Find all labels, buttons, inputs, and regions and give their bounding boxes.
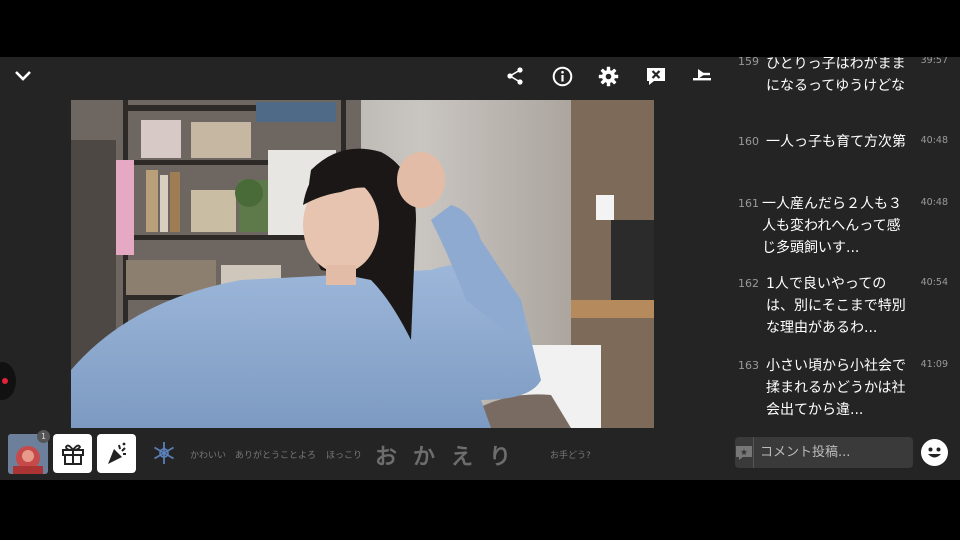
close-comments-icon[interactable]: [644, 65, 668, 87]
smiley-icon: [928, 447, 941, 458]
comment-number: 163: [738, 359, 759, 372]
emoji-button[interactable]: [921, 439, 948, 466]
comment-text: 小さい頃から小社会で揉まれるかどうかは社会出てから違...: [766, 358, 906, 418]
gear-icon[interactable]: [597, 65, 619, 87]
quick-phrase[interactable]: お手どう?: [550, 448, 591, 461]
gift-icon: [61, 444, 84, 465]
comment-item: 163 41:09 小さい頃から小社会で揉まれるかどうかは社会出てから違...: [720, 357, 960, 423]
avatar-badge: 1: [37, 430, 50, 443]
comment-time: 41:09: [920, 359, 948, 370]
comment-time: 40:48: [920, 135, 948, 146]
quick-phrase[interactable]: かわいい: [190, 448, 226, 461]
comment-list[interactable]: 159 39:57 ひとりっ子はわがままになるってゆうけどな 160 40:48…: [720, 57, 960, 427]
comment-time: 40:48: [920, 197, 948, 208]
comment-number: 159: [738, 57, 759, 68]
info-icon[interactable]: [551, 65, 573, 87]
comment-input-box[interactable]: [735, 437, 930, 468]
comment-number: 161: [738, 197, 759, 210]
comment-input[interactable]: [754, 437, 930, 468]
comment-item: 159 39:57 ひとりっ子はわがままになるってゆうけどな: [720, 57, 960, 115]
top-bar: [0, 57, 720, 97]
stream-video-frame: [71, 100, 654, 428]
player-app: 159 39:57 ひとりっ子はわがままになるってゆうけどな 160 40:48…: [0, 57, 960, 480]
share-icon[interactable]: [504, 65, 526, 87]
quick-phrase-large[interactable]: おかえり: [375, 439, 527, 471]
comment-item: 161 40:48 一人産んだら２人も３人も変われへんって感じ多頭飼いす...: [720, 195, 960, 261]
comment-text: 一人産んだら２人も３人も変われへんって感じ多頭飼いす...: [762, 196, 902, 256]
comment-number: 162: [738, 277, 759, 290]
quick-phrase[interactable]: ことよろ: [280, 448, 316, 461]
comment-item: 160 40:48 一人っ子も育て方次第: [720, 133, 960, 185]
comment-text: ひとりっ子はわがままになるってゆうけどな: [766, 57, 906, 94]
cheer-button[interactable]: [97, 434, 136, 473]
comment-time: 40:54: [920, 277, 948, 288]
comment-text: 1人で良いやってのは、別にそこまで特別な理由があるわ...: [766, 276, 906, 336]
quick-phrase[interactable]: ほっこり: [326, 448, 362, 461]
quality-icon[interactable]: [690, 65, 714, 87]
comment-time: 39:57: [920, 57, 948, 66]
comment-number: 160: [738, 135, 759, 148]
chevron-down-icon[interactable]: [12, 65, 34, 87]
comment-item: 162 40:54 1人で良いやってのは、別にそこまで特別な理由があるわ...: [720, 275, 960, 341]
snowflake-icon[interactable]: [151, 440, 177, 466]
live-indicator: [0, 362, 16, 400]
video-player[interactable]: [71, 100, 654, 428]
quick-phrase[interactable]: ありがとう: [235, 448, 280, 461]
comment-icon: [735, 437, 754, 468]
comment-text: 一人っ子も育て方次第: [766, 134, 906, 150]
gift-button[interactable]: [53, 434, 92, 473]
party-popper-icon: [107, 442, 126, 464]
